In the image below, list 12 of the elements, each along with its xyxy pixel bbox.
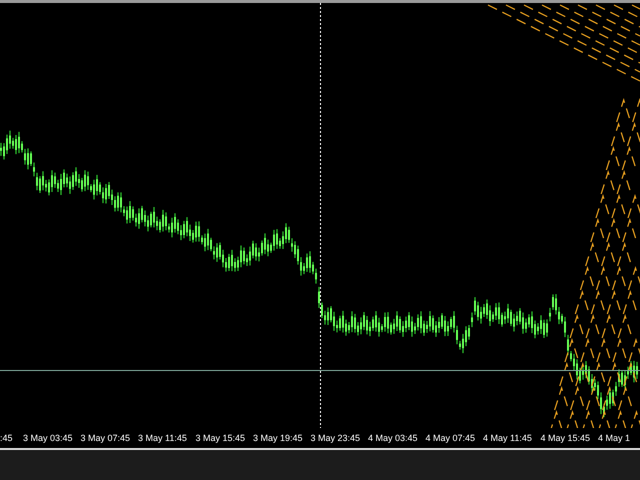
axis-label: 3 May 11:45 bbox=[137, 433, 188, 443]
axis-label: 3 May 19:45 bbox=[252, 433, 304, 443]
axis-label: 4 May 11:45 bbox=[482, 433, 533, 443]
axis-label: 3 May 03:45 bbox=[22, 433, 74, 443]
axis-label: :45 bbox=[0, 433, 14, 443]
axis-label: 4 May 03:45 bbox=[367, 433, 419, 443]
axis-label: 3 May 07:45 bbox=[80, 433, 132, 443]
axis-label: 3 May 23:45 bbox=[310, 433, 362, 443]
axis-label: 4 May 07:45 bbox=[424, 433, 476, 443]
axis-label: 4 May 1 bbox=[597, 433, 632, 443]
axis-label: 3 May 15:45 bbox=[194, 433, 246, 443]
axis-label: 4 May 15:45 bbox=[540, 433, 592, 443]
